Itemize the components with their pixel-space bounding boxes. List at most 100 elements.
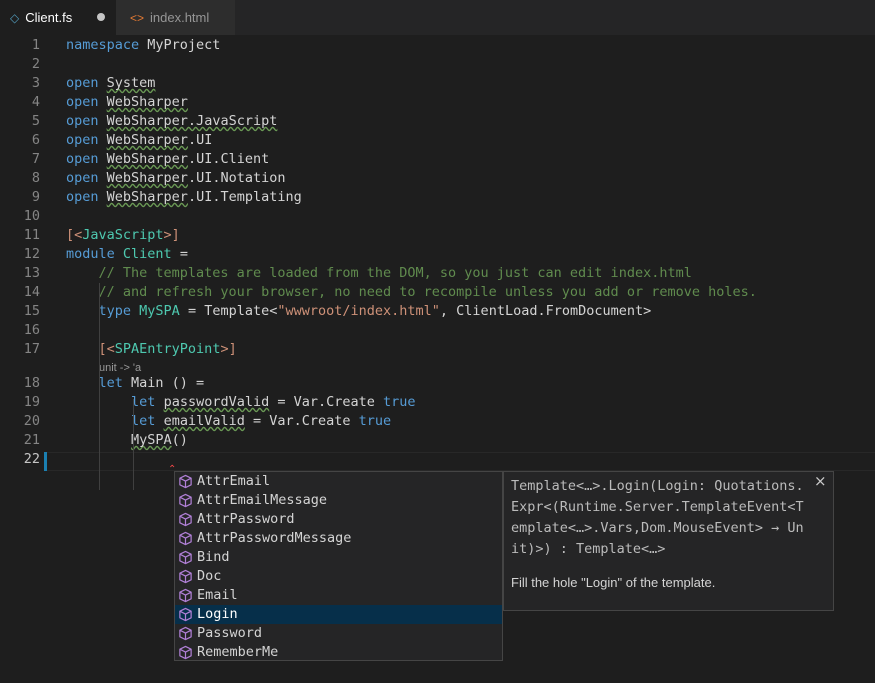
code-line[interactable]: 14 // and refresh your browser, no need … [0,283,875,302]
suggestion-item[interactable]: Doc [175,567,502,586]
code-line[interactable]: 6 open WebSharper.UI [0,131,875,150]
details-signature: Template<…>.Login(Login: Quotations.Expr… [511,478,804,557]
code-text: open System [66,74,155,93]
line-number: 9 [31,189,40,205]
method-cube-icon [178,645,193,660]
code-text: // The templates are loaded from the DOM… [66,264,692,283]
method-cube-icon [178,474,193,489]
code-text: open WebSharper.UI.Templating [66,188,302,207]
suggestion-label: Email [197,587,238,603]
line-number: 4 [31,94,40,110]
code-token: WebSharper [106,94,188,110]
code-text: open WebSharper.UI.Client [66,150,269,169]
method-cube-icon [178,493,193,508]
indent-guide [133,399,134,490]
code-line[interactable]: 13 // The templates are loaded from the … [0,264,875,283]
code-token: = Template< [179,303,278,319]
code-line[interactable]: 20 let emailValid = Var.Create true [0,412,875,431]
suggestion-item[interactable]: AttrPassword [175,510,502,529]
fsharp-diamond-icon: ◇ [10,10,20,25]
code-line[interactable]: 3 open System [0,74,875,93]
code-line[interactable]: 17 [<SPAEntryPoint>] [0,340,875,359]
code-line[interactable]: 16 [0,321,875,340]
code-token: open [66,151,99,167]
code-line[interactable]: 18 let Main () = [0,374,875,393]
code-line[interactable]: 4 open WebSharper [0,93,875,112]
line-number: 7 [31,151,40,167]
suggestion-item[interactable]: Password [175,624,502,643]
suggestion-item[interactable]: RememberMe [175,643,502,662]
code-token: [< [66,227,83,243]
code-token: .UI.Templating [187,189,302,205]
suggestion-label: Doc [197,568,222,584]
code-line[interactable]: 7 open WebSharper.UI.Client [0,150,875,169]
code-token: JavaScript [82,227,164,243]
suggestion-item[interactable]: AttrEmail [175,472,502,491]
code-token: // The templates are loaded from the DOM… [98,265,692,281]
code-text: type MySPA = Template<"wwwroot/index.htm… [66,302,652,321]
code-line[interactable]: 2 [0,55,875,74]
code-token: passwordValid [163,394,270,410]
code-line[interactable]: 5 open WebSharper.JavaScript [0,112,875,131]
line-number: 18 [23,375,40,391]
code-token: WebSharper [106,189,188,205]
code-token: open [66,113,99,129]
code-token: let [131,394,156,410]
tab-index-html[interactable]: <> index.html [116,0,236,35]
tab-label: Client.fs [25,10,73,25]
line-number: 12 [23,246,40,262]
code-text: [<SPAEntryPoint>] [66,340,237,359]
line-number: 6 [31,132,40,148]
line-number: 20 [23,413,40,429]
suggestion-item[interactable]: Bind [175,548,502,567]
code-token: open [66,94,99,110]
code-line[interactable]: 19 let passwordValid = Var.Create true [0,393,875,412]
code-line[interactable]: 15 type MySPA = Template<"wwwroot/index.… [0,302,875,321]
method-cube-icon [178,569,193,584]
suggestion-item[interactable]: AttrEmailMessage [175,491,502,510]
code-text: let Main () = [66,374,205,393]
suggestion-label: Password [197,625,263,641]
suggestion-label: AttrPasswordMessage [197,530,352,546]
code-line[interactable]: 8 open WebSharper.UI.Notation [0,169,875,188]
code-line[interactable]: 21 MySPA() [0,431,875,450]
code-line[interactable]: 22 [0,450,875,469]
code-text: open WebSharper.UI [66,131,212,150]
suggestion-item[interactable]: Login [175,605,502,624]
code-token: WebSharper [106,170,188,186]
code-token: = [171,246,188,262]
code-token: [< [98,341,115,357]
suggestion-label: AttrPassword [197,511,295,527]
suggestion-label: Login [197,606,238,622]
code-line[interactable]: 12 module Client = [0,245,875,264]
code-line[interactable]: 10 [0,207,875,226]
close-icon[interactable]: × [814,472,827,490]
line-number: 3 [31,75,40,91]
line-number: 5 [31,113,40,129]
html-brackets-icon: <> [130,10,145,25]
suggestion-list[interactable]: AttrEmail AttrEmailMessage AttrPassword Att… [174,471,503,661]
suggestion-item[interactable]: AttrPasswordMessage [175,529,502,548]
code-line[interactable]: 1 namespace MyProject [0,36,875,55]
line-number: 10 [23,208,40,224]
suggestion-item[interactable]: Email [175,586,502,605]
code-text: open WebSharper [66,93,188,112]
line-number: 13 [23,265,40,281]
code-token: open [66,132,99,148]
code-line[interactable]: 11 [<JavaScript>] [0,226,875,245]
unsaved-dot-icon[interactable] [97,13,105,21]
method-cube-icon [178,588,193,603]
code-token: "wwwroot/index.html" [277,303,440,319]
line-number: 21 [23,432,40,448]
code-line[interactable]: 9 open WebSharper.UI.Templating [0,188,875,207]
code-token: WebSharper [106,132,188,148]
code-text: open WebSharper.JavaScript [66,112,277,131]
